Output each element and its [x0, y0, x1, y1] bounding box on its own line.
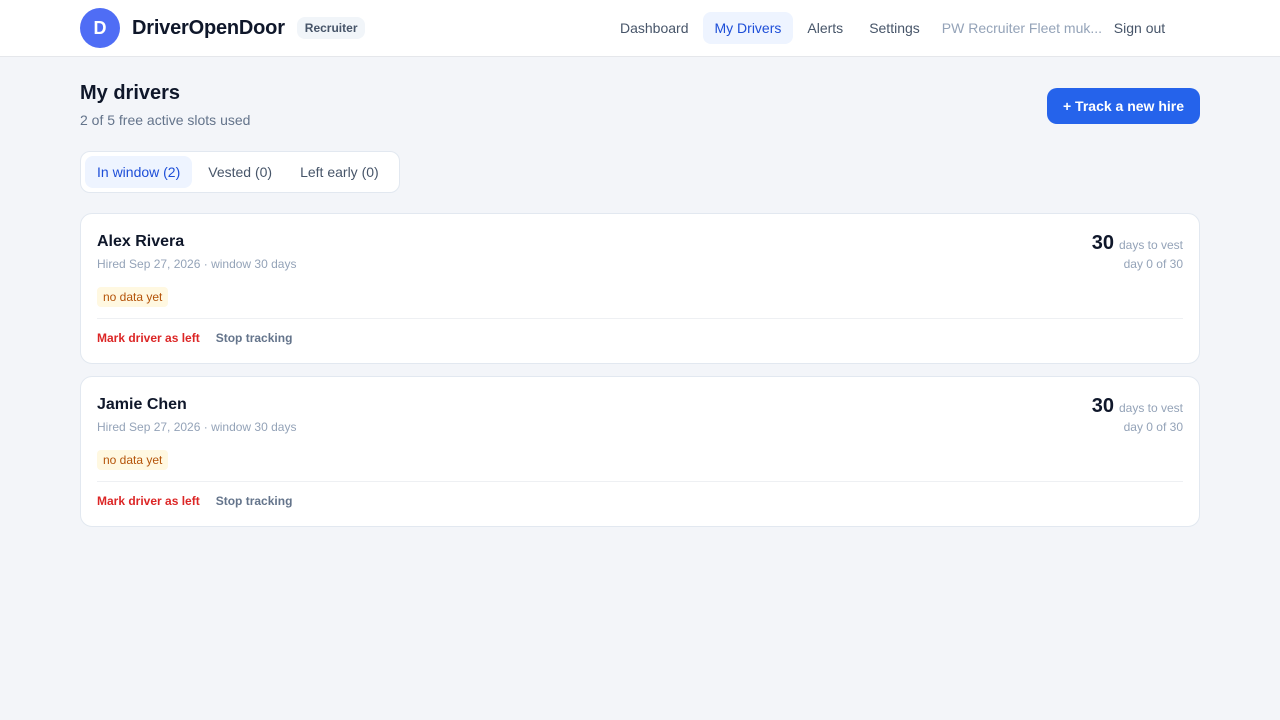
brand[interactable]: D DriverOpenDoor Recruiter [80, 8, 366, 48]
tab-in-window[interactable]: In window (2) [85, 156, 193, 188]
card-divider [97, 318, 1183, 319]
nav-settings[interactable]: Settings [857, 12, 932, 44]
day-progress: day 0 of 30 [1123, 420, 1183, 434]
driver-tabs: In window (2) Vested (0) Left early (0) [80, 151, 400, 193]
status-badge: no data yet [97, 287, 169, 307]
app-name: DriverOpenDoor [132, 16, 285, 39]
driver-card: Alex Rivera Hired Sep 27, 2026 · window … [80, 213, 1200, 364]
card-divider [97, 481, 1183, 482]
nav-my-drivers[interactable]: My Drivers [702, 12, 794, 44]
days-to-vest-label: days to vest [1118, 401, 1183, 415]
track-new-hire-button[interactable]: + Track a new hire [1047, 88, 1200, 124]
days-to-vest-count: 30 [1091, 232, 1114, 254]
mark-driver-left-button[interactable]: Mark driver as left [97, 331, 200, 345]
vest-countdown: 30 days to vest day 0 of 30 [1092, 395, 1183, 434]
page-title: My drivers [80, 82, 181, 104]
stop-tracking-button[interactable]: Stop tracking [216, 331, 293, 345]
tab-vested[interactable]: Vested (0) [196, 156, 284, 188]
main-nav: Dashboard My Drivers Alerts Settings PW … [608, 12, 1175, 44]
account-name: PW Recruiter Fleet muk... [941, 20, 1103, 36]
card-actions: Mark driver as left Stop tracking [97, 331, 292, 345]
driver-name: Alex Rivera [97, 233, 185, 250]
day-progress: day 0 of 30 [1123, 257, 1183, 271]
driver-name: Jamie Chen [97, 396, 187, 413]
mark-driver-left-button[interactable]: Mark driver as left [97, 494, 200, 508]
driver-hire-info: Hired Sep 27, 2026 · window 30 days [97, 420, 297, 434]
status-badge: no data yet [97, 450, 169, 470]
tab-left-early[interactable]: Left early (0) [288, 156, 391, 188]
nav-alerts[interactable]: Alerts [795, 12, 855, 44]
page-header: My drivers 2 of 5 free active slots used [80, 82, 250, 128]
driver-hire-info: Hired Sep 27, 2026 · window 30 days [97, 257, 297, 271]
nav-dashboard[interactable]: Dashboard [608, 12, 701, 44]
logo-avatar: D [80, 8, 120, 48]
days-to-vest-count: 30 [1091, 395, 1114, 417]
sign-out-link[interactable]: Sign out [1104, 12, 1175, 44]
card-actions: Mark driver as left Stop tracking [97, 494, 292, 508]
top-bar: D DriverOpenDoor Recruiter Dashboard My … [0, 0, 1280, 57]
role-badge: Recruiter [296, 17, 366, 39]
slots-usage: 2 of 5 free active slots used [80, 112, 251, 128]
vest-countdown: 30 days to vest day 0 of 30 [1092, 232, 1183, 271]
days-to-vest-label: days to vest [1118, 238, 1183, 252]
driver-card: Jamie Chen Hired Sep 27, 2026 · window 3… [80, 376, 1200, 527]
stop-tracking-button[interactable]: Stop tracking [216, 494, 293, 508]
